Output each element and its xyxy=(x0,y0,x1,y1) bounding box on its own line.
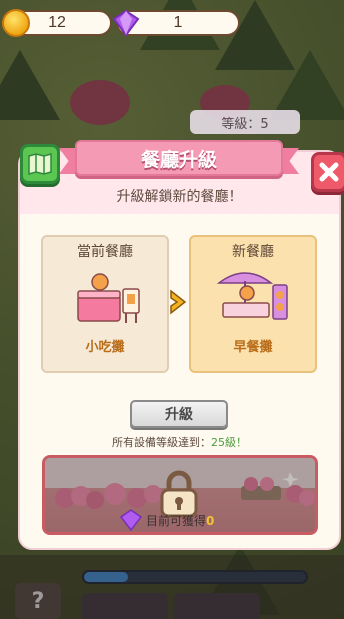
current-restaurant-name: 小吃攤 xyxy=(85,340,125,355)
dialog-subtitle: 升級解鎖新的餐廳！ xyxy=(116,189,243,205)
reward-value: 0 xyxy=(206,514,215,528)
gem-icon xyxy=(112,9,140,37)
reward-gem-icon xyxy=(120,509,142,531)
requirement-value: 25級！ xyxy=(211,436,247,449)
reward-info: 目前可獲得0 xyxy=(146,512,214,529)
close-button[interactable] xyxy=(311,152,344,192)
lock-icon xyxy=(160,470,198,518)
map-button[interactable] xyxy=(20,144,60,184)
new-restaurant-header: 新餐廳 xyxy=(232,244,274,260)
dialog-title-ribbon: 餐廳升級 xyxy=(59,140,299,176)
upgrade-requirement: 所有設備等級達到：25級！ xyxy=(18,434,341,450)
map-icon xyxy=(28,153,52,175)
new-restaurant-card: 新餐廳 早餐攤 xyxy=(189,235,317,373)
snack-stall-icon xyxy=(77,273,140,323)
current-restaurant-header: 當前餐廳 xyxy=(77,244,133,260)
arrow-right-icon xyxy=(170,289,187,315)
current-restaurant-card: 當前餐廳 小吃攤 xyxy=(41,235,169,373)
coin-icon xyxy=(2,9,30,37)
new-restaurant-name: 早餐攤 xyxy=(233,340,273,355)
dialog-title: 餐廳升級 xyxy=(140,148,217,171)
breakfast-stall-icon xyxy=(216,272,288,320)
reward-prefix: 目前可獲得 xyxy=(146,514,207,528)
close-icon xyxy=(319,162,339,182)
upgrade-button[interactable]: 升級 xyxy=(130,400,228,428)
player-level-label: 等級：5 xyxy=(190,110,300,134)
gem-counter[interactable]: 1 xyxy=(112,9,240,37)
coin-counter[interactable]: 12 xyxy=(2,9,112,37)
requirement-prefix: 所有設備等級達到： xyxy=(112,436,211,449)
